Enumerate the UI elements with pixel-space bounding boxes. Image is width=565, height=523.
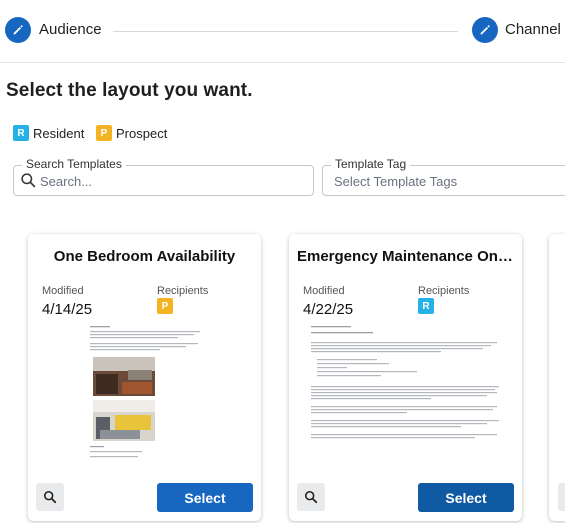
recipients-label: Recipients [418,285,470,297]
prospect-label: Prospect [116,125,168,141]
resident-badge: R [13,125,29,141]
step-channel-label: Channel [505,21,561,38]
pencil-icon [13,25,23,35]
prospect-badge: P [96,125,112,141]
step-connector [113,31,458,32]
select-button[interactable]: Select [418,483,514,512]
modified-date: 4/22/25 [303,301,354,318]
template-tag-field: Template Tag [322,157,565,196]
step-channel-button[interactable] [472,17,498,43]
card-title: One Bedroom Availability [53,248,236,265]
header-divider [0,62,565,63]
step-audience-button[interactable] [5,17,31,43]
step-audience-label: Audience [39,21,102,38]
modified-label: Modified [303,285,345,297]
template-card[interactable]: Emergency Maintenance On ... Modified 4/… [289,234,522,521]
progress-stepper: Audience Channel [0,0,565,60]
template-card-partial[interactable] [549,234,565,521]
preview-zoom-button[interactable] [36,483,64,511]
modified-date: 4/14/25 [42,301,93,318]
legend-prospect: P Prospect [96,125,167,141]
pencil-icon [480,25,490,35]
search-input[interactable] [40,172,305,190]
recipient-badge-prospect: P [157,298,173,314]
resident-label: Resident [33,125,85,141]
preview-zoom-button[interactable] [558,483,565,511]
card-footer: Select [28,477,261,521]
template-tag-label: Template Tag [331,157,411,171]
magnify-icon [43,490,57,504]
preview-zoom-button[interactable] [297,483,325,511]
template-tag-select[interactable] [334,172,564,190]
recipient-badge-resident: R [418,298,434,314]
search-icon [21,173,36,188]
modified-label: Modified [42,285,84,297]
select-button[interactable]: Select [157,483,253,512]
recipients-label: Recipients [157,285,209,297]
template-card[interactable]: One Bedroom Availability Modified 4/14/2… [28,234,261,521]
search-templates-label: Search Templates [22,157,126,171]
magnify-icon [304,490,318,504]
page-heading: Select the layout you want. [6,80,253,101]
legend-resident: R Resident [13,125,84,141]
search-templates-field: Search Templates [13,157,314,196]
card-title: Emergency Maintenance On ... [297,248,514,265]
card-footer: Select [289,477,522,521]
